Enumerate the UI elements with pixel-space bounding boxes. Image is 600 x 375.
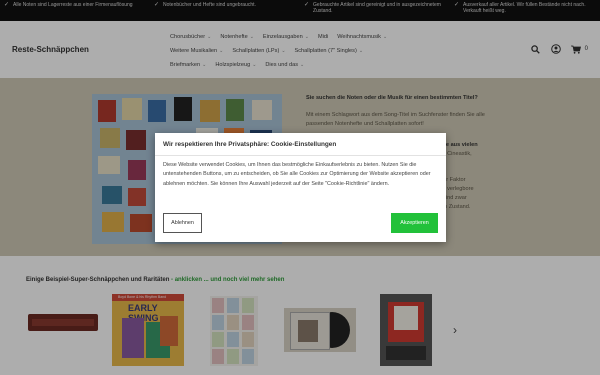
decline-button[interactable]: Ablehnen xyxy=(163,213,202,233)
accept-button[interactable]: Akzeptieren xyxy=(391,213,438,233)
cookie-dialog-text: Diese Website verwendet Cookies, um Ihne… xyxy=(163,162,431,187)
cookie-dialog-title: Wir respektieren Ihre Privatsphäre: Cook… xyxy=(163,141,337,148)
divider xyxy=(155,155,446,156)
cookie-consent-dialog: Wir respektieren Ihre Privatsphäre: Cook… xyxy=(155,133,446,242)
